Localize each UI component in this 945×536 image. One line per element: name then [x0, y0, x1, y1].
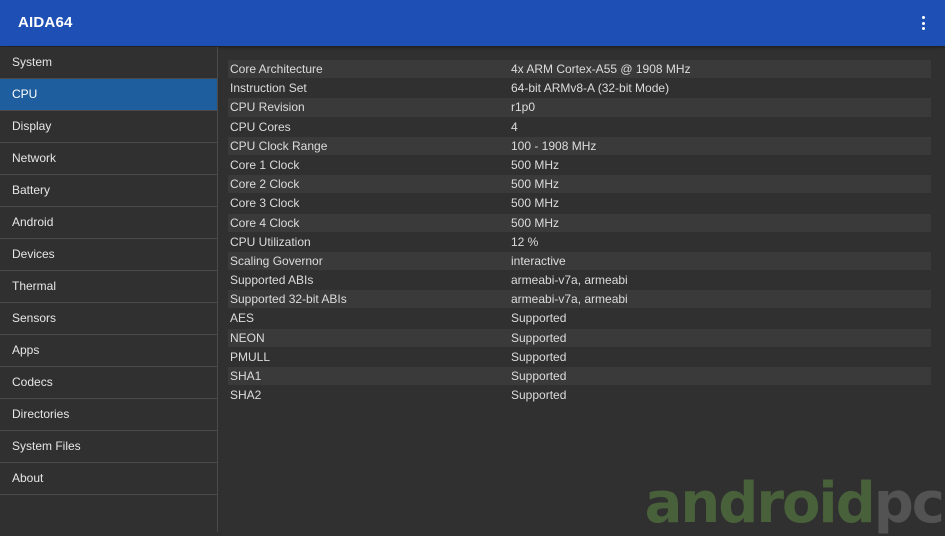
sidebar-item-codecs[interactable]: Codecs [0, 367, 217, 399]
detail-key: Instruction Set [230, 81, 307, 96]
sidebar-item-system-files[interactable]: System Files [0, 431, 217, 463]
sidebar-item-sensors[interactable]: Sensors [0, 303, 217, 335]
detail-row: Scaling Governor interactive [228, 251, 931, 271]
detail-key: PMULL [230, 349, 271, 364]
detail-key: SHA2 [230, 388, 262, 403]
detail-value: r1p0 [511, 100, 536, 115]
detail-value: interactive [511, 253, 566, 268]
sidebar-item-battery[interactable]: Battery [0, 175, 217, 207]
detail-value: armeabi-v7a, armeabi [511, 292, 628, 307]
detail-value: 500 MHz [511, 177, 560, 192]
detail-key: Core 4 Clock [230, 215, 300, 230]
sidebar-item-thermal[interactable]: Thermal [0, 271, 217, 303]
detail-value: Supported [511, 330, 567, 345]
detail-row: CPU Cores 4 [228, 118, 931, 136]
detail-row: Core 2 Clock 500 MHz [228, 175, 931, 194]
detail-row: CPU Clock Range 100 - 1908 MHz [228, 136, 931, 155]
detail-value: Supported [511, 388, 567, 403]
app-bar: AIDA64 [0, 0, 945, 46]
detail-key: Supported 32-bit ABIs [230, 292, 347, 307]
cpu-details-list: Core Architecture 4x ARM Cortex-A55 @ 190… [228, 60, 931, 405]
detail-row: CPU Revision r1p0 [228, 98, 931, 117]
detail-value: Supported [511, 311, 567, 326]
detail-row: AES Supported [228, 309, 931, 327]
detail-value: 12 % [511, 234, 539, 249]
site-watermark: androidpc [644, 471, 945, 536]
detail-value: 500 MHz [511, 157, 560, 172]
detail-value: 4x ARM Cortex-A55 @ 1908 MHz [511, 62, 691, 76]
detail-row: Core 4 Clock 500 MHz [228, 213, 931, 232]
detail-row: SHA2 Supported [228, 386, 931, 404]
detail-value: 500 MHz [511, 215, 560, 230]
detail-key: Core 3 Clock [230, 196, 300, 211]
detail-value: 4 [511, 119, 518, 134]
sidebar-item-apps[interactable]: Apps [0, 335, 217, 367]
detail-row: Core 3 Clock 500 MHz [228, 194, 931, 212]
sidebar-item-cpu[interactable]: CPU [0, 79, 217, 111]
detail-key: Core Architecture [230, 62, 323, 76]
detail-key: SHA1 [230, 369, 262, 383]
sidebar-item-system[interactable]: System [0, 47, 217, 79]
detail-key: CPU Cores [230, 119, 291, 134]
detail-value: Supported [511, 349, 567, 364]
detail-key: AES [230, 311, 255, 326]
detail-value: 100 - 1908 MHz [511, 138, 597, 153]
detail-row: Core Architecture 4x ARM Cortex-A55 @ 190… [228, 60, 931, 79]
detail-value: armeabi-v7a, armeabi [511, 273, 628, 288]
detail-row: NEON Supported [228, 328, 931, 347]
detail-key: NEON [230, 330, 265, 345]
detail-key: Core 1 Clock [230, 157, 300, 172]
watermark-main-text: android [644, 471, 876, 536]
detail-key: CPU Utilization [230, 234, 311, 249]
detail-row: Instruction Set 64-bit ARMv8-A (32-bit Mo… [228, 79, 931, 97]
detail-key: CPU Revision [230, 100, 305, 115]
detail-row: Supported ABIs armeabi-v7a, armeabi [228, 271, 931, 289]
detail-row: Supported 32-bit ABIs armeabi-v7a, armeab… [228, 290, 931, 309]
sidebar: System CPU Display Network Battery Andro… [0, 47, 218, 532]
detail-value: 64-bit ARMv8-A (32-bit Mode) [511, 81, 670, 96]
detail-row: SHA1 Supported [228, 367, 931, 386]
sidebar-item-display[interactable]: Display [0, 111, 217, 143]
sidebar-item-network[interactable]: Network [0, 143, 217, 175]
watermark-suffix-text: pc [873, 471, 945, 536]
more-vertical-icon[interactable] [915, 14, 931, 32]
detail-row: PMULL Supported [228, 348, 931, 366]
sidebar-item-directories[interactable]: Directories [0, 399, 217, 431]
detail-key: CPU Clock Range [230, 138, 328, 153]
detail-key: Supported ABIs [230, 273, 314, 288]
sidebar-item-devices[interactable]: Devices [0, 239, 217, 271]
sidebar-item-about[interactable]: About [0, 463, 217, 495]
detail-row: Core 1 Clock 500 MHz [228, 156, 931, 174]
detail-value: 500 MHz [511, 196, 560, 211]
detail-key: Core 2 Clock [230, 177, 300, 192]
sidebar-item-android[interactable]: Android [0, 207, 217, 239]
app-title: AIDA64 [18, 14, 73, 31]
detail-row: CPU Utilization 12 % [228, 233, 931, 251]
detail-value: Supported [511, 369, 567, 383]
detail-key: Scaling Governor [230, 253, 323, 268]
